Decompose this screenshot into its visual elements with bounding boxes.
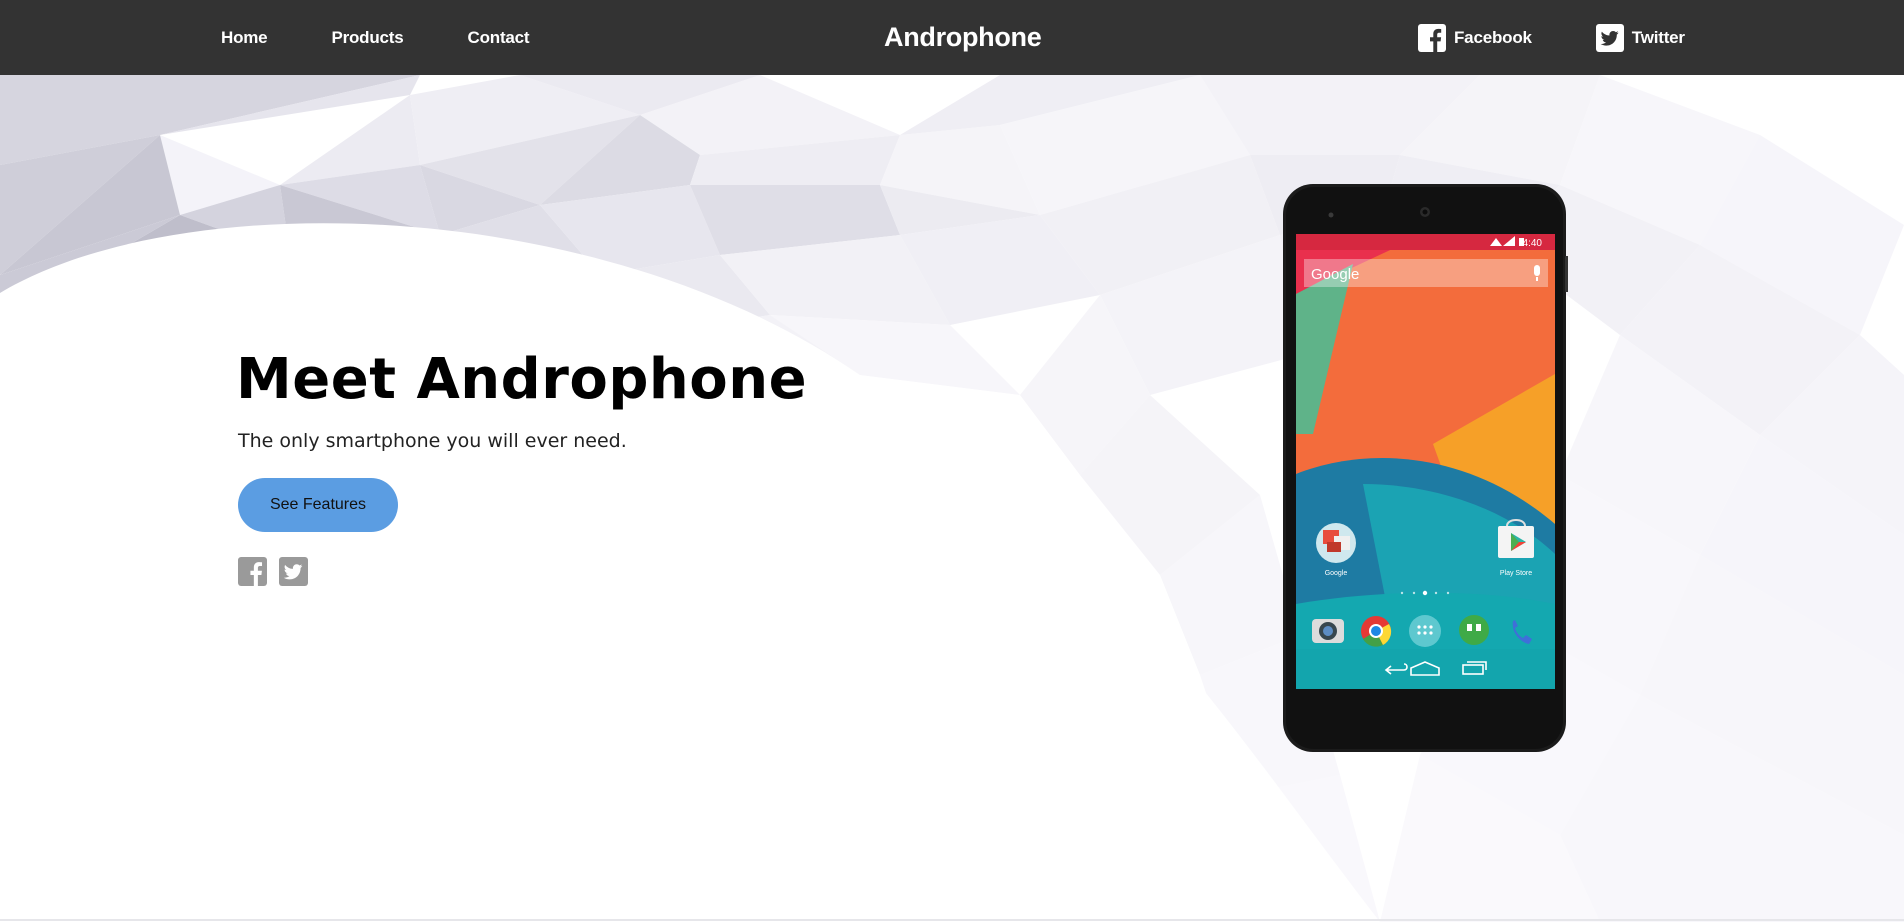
app-google-label: Google: [1325, 570, 1348, 577]
app-playstore-label: Play Store: [1500, 570, 1532, 577]
top-navbar: Home Products Contact Androphone Faceboo…: [0, 0, 1904, 75]
hero-social-icons: [238, 557, 308, 586]
status-time: 4:40: [1523, 238, 1543, 249]
nav-link-products[interactable]: Products: [331, 28, 403, 48]
facebook-icon[interactable]: [238, 557, 267, 586]
brand-title[interactable]: Androphone: [884, 0, 1042, 75]
chrome-icon[interactable]: [1361, 616, 1392, 647]
hero-subtitle: The only smartphone you will ever need.: [238, 430, 627, 452]
bottom-divider: [0, 919, 1904, 921]
twitter-icon[interactable]: [279, 557, 308, 586]
nav-facebook-label: Facebook: [1454, 27, 1532, 47]
nav-link-contact[interactable]: Contact: [468, 28, 530, 48]
twitter-icon: [1595, 23, 1624, 52]
nav-twitter-link[interactable]: Twitter: [1595, 23, 1685, 52]
hangouts-icon[interactable]: [1459, 615, 1489, 645]
nav-link-home[interactable]: Home: [221, 28, 268, 48]
google-search-label: Google: [1311, 266, 1359, 283]
see-features-button[interactable]: See Features: [238, 478, 398, 532]
hero-title: Meet Androphone: [236, 347, 808, 412]
nav-twitter-label: Twitter: [1631, 27, 1685, 47]
facebook-icon: [1418, 23, 1446, 52]
camera-icon[interactable]: [1312, 619, 1344, 643]
app-drawer-icon[interactable]: [1409, 615, 1441, 647]
nav-links: Home Products Contact: [221, 0, 530, 75]
nav-social-links: Facebook Twitter: [1418, 0, 1685, 75]
nav-facebook-link[interactable]: Facebook: [1418, 23, 1532, 52]
phone-image: 4:40 Google Google Play Store: [1283, 184, 1568, 752]
